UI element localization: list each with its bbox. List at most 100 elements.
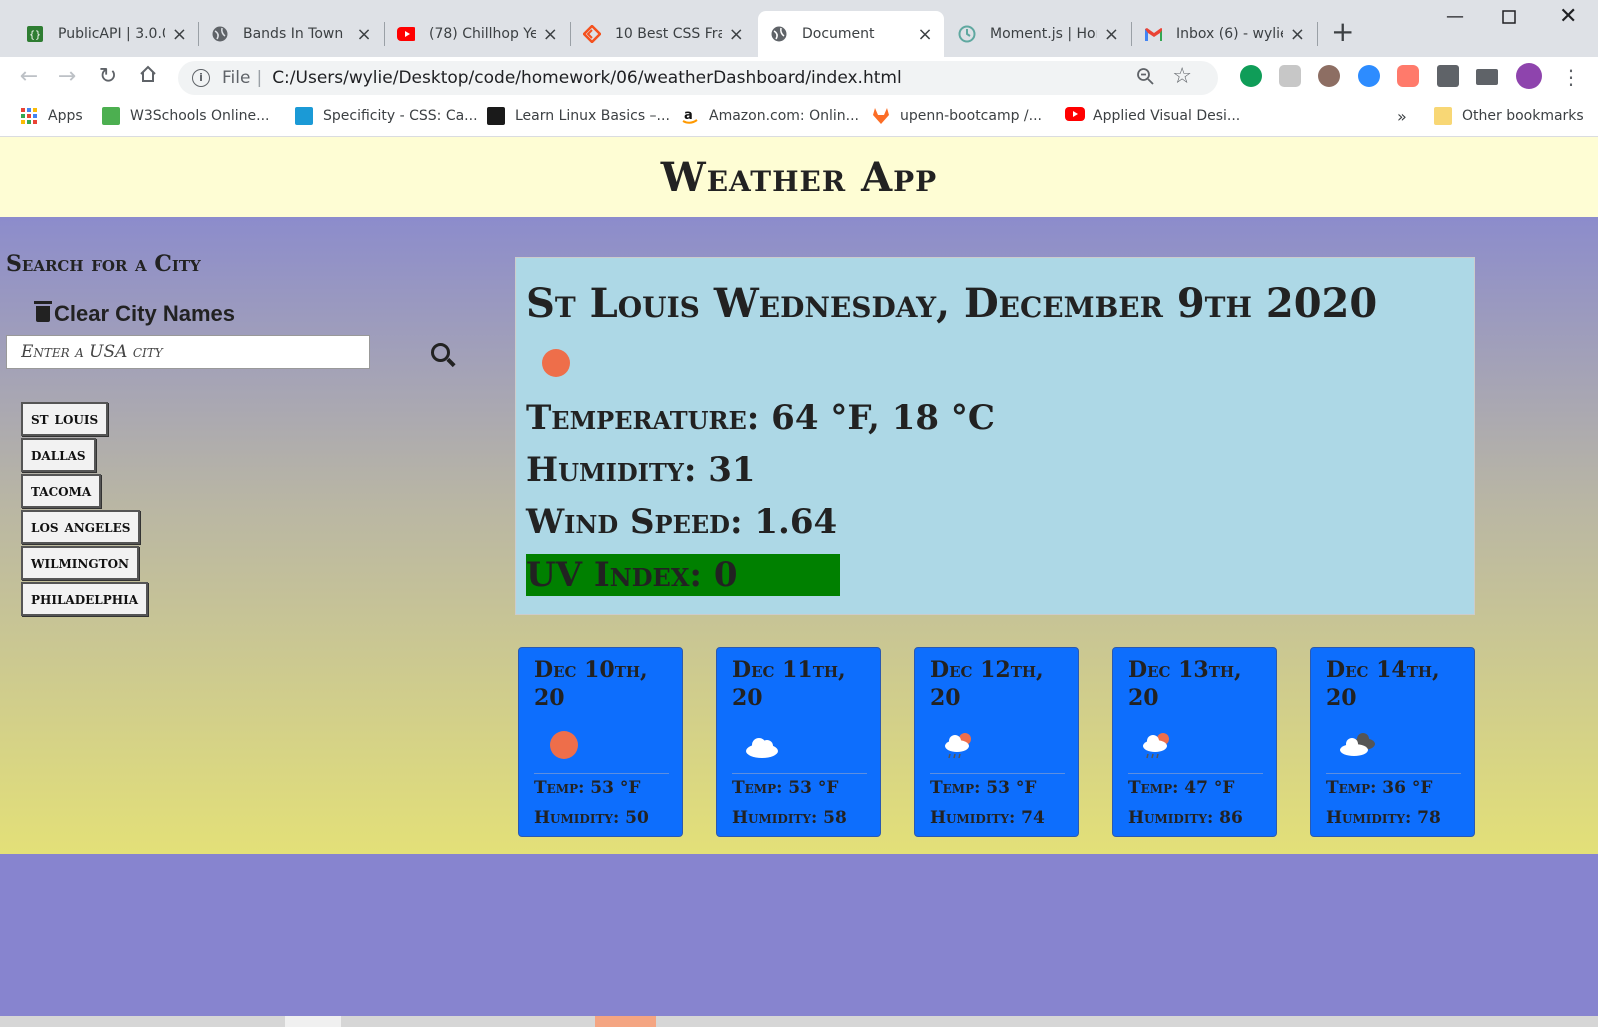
mdn-icon <box>295 107 313 125</box>
forecast-date: Dec 11th, 20 <box>732 657 846 711</box>
more-menu-icon[interactable]: ⋮ <box>1558 64 1584 90</box>
tab-css-frameworks[interactable]: 10 Best CSS Fra × <box>571 11 755 57</box>
forecast-humidity: Humidity: 86 <box>1128 808 1243 828</box>
tab-divider <box>1317 22 1318 46</box>
w3schools-icon <box>102 107 120 125</box>
bookmark-other[interactable]: Other bookmarks <box>1434 107 1584 125</box>
sun-icon <box>547 730 581 760</box>
bookmark-w3schools[interactable]: W3Schools Online... <box>102 107 269 125</box>
tab-document[interactable]: Document × <box>758 11 944 57</box>
city-button-philadelphia[interactable]: philadelphia <box>21 582 148 616</box>
tab-title: PublicAPI | 3.0.0 <box>58 26 165 42</box>
new-tab-button[interactable]: + <box>1331 16 1354 48</box>
svg-text:{}: {} <box>29 30 41 41</box>
extension-k-icon[interactable] <box>1279 65 1301 87</box>
media-queue-icon[interactable] <box>1476 69 1498 85</box>
city-button-st-louis[interactable]: st louis <box>21 402 109 436</box>
freecodecamp-icon <box>487 107 505 125</box>
forecast-date: Dec 10th, 20 <box>534 657 648 711</box>
bookmark-label: Specificity - CSS: Ca... <box>323 108 478 124</box>
tab-momentjs[interactable]: Moment.js | Hor × <box>946 11 1130 57</box>
close-icon[interactable]: × <box>171 24 188 45</box>
forecast-date: Dec 12th, 20 <box>930 657 1044 711</box>
close-icon[interactable]: × <box>728 24 745 45</box>
address-divider: | <box>256 68 263 88</box>
bookmark-label: Applied Visual Desi... <box>1093 108 1241 124</box>
profile-avatar[interactable] <box>1516 63 1542 89</box>
rain-sun-icon <box>1141 730 1175 760</box>
search-button[interactable] <box>424 335 456 369</box>
tab-strip: {} PublicAPI | 3.0.0 × Bands In Town × (… <box>0 0 1598 57</box>
bookmark-label: upenn-bootcamp /... <box>900 108 1042 124</box>
info-icon[interactable]: i <box>192 69 210 87</box>
code-icon <box>583 25 601 43</box>
close-icon[interactable]: × <box>1289 24 1306 45</box>
extension-face-icon[interactable] <box>1318 65 1340 87</box>
forecast-card: Dec 12th, 20 Temp: 53 °F Humidity: 74 <box>914 647 1079 837</box>
tab-title: Bands In Town <box>243 26 344 42</box>
city-button-wilmington[interactable]: wilmington <box>21 546 139 580</box>
back-icon[interactable]: ← <box>16 64 42 90</box>
horizontal-scrollbar[interactable] <box>0 1016 1598 1027</box>
address-bar[interactable]: i File | C:/Users/wylie/Desktop/code/hom… <box>178 61 1218 95</box>
home-icon[interactable] <box>135 64 161 91</box>
clock-icon <box>958 25 976 43</box>
city-button-los-angeles[interactable]: los angeles <box>21 510 141 544</box>
bookmarks-bar: Apps W3Schools Online... Specificity - C… <box>0 98 1598 137</box>
city-search-input[interactable] <box>6 335 370 369</box>
forecast-temp: Temp: 47 °F <box>1128 778 1235 798</box>
reload-icon[interactable]: ↻ <box>95 64 121 90</box>
tab-title: Moment.js | Hor <box>990 26 1097 42</box>
tab-gmail[interactable]: Inbox (6) - wylie × <box>1132 11 1316 57</box>
scrollbar-thumb[interactable] <box>595 1016 656 1027</box>
city-button-tacoma[interactable]: tacoma <box>21 474 102 508</box>
gitlab-icon <box>872 107 890 125</box>
close-icon[interactable]: × <box>1103 24 1120 45</box>
puzzle-extensions-icon[interactable] <box>1437 65 1459 87</box>
forecast-card: Dec 10th, 20 Temp: 53 °F Humidity: 50 <box>518 647 683 837</box>
tab-chillhop[interactable]: (78) Chillhop Ye × <box>385 11 569 57</box>
clear-cities-button[interactable]: Clear City Names <box>34 301 235 327</box>
forecast-divider <box>732 773 867 774</box>
forecast-divider <box>534 773 669 774</box>
window-close-icon[interactable]: ✕ <box>1559 4 1577 29</box>
folder-icon <box>1434 107 1452 125</box>
close-icon[interactable]: × <box>916 24 934 45</box>
minimize-icon[interactable]: — <box>1446 6 1464 27</box>
forecast-card: Dec 13th, 20 Temp: 47 °F Humidity: 86 <box>1112 647 1277 837</box>
forecast-temp: Temp: 36 °F <box>1326 778 1433 798</box>
youtube-icon <box>1065 107 1085 125</box>
tab-publicapi[interactable]: {} PublicAPI | 3.0.0 × <box>14 11 198 57</box>
grammarly-extension-icon[interactable] <box>1240 65 1262 87</box>
svg-text:a: a <box>684 108 693 123</box>
bookmark-gitlab[interactable]: upenn-bootcamp /... <box>872 107 1042 125</box>
extension-arrow-icon[interactable] <box>1397 65 1419 87</box>
forecast-humidity: Humidity: 78 <box>1326 808 1441 828</box>
forward-icon[interactable]: → <box>54 64 80 90</box>
close-icon[interactable]: × <box>355 24 373 45</box>
bookmark-applied-visual-design[interactable]: Applied Visual Desi... <box>1065 107 1240 125</box>
forecast-date: Dec 14th, 20 <box>1326 657 1440 711</box>
bookmark-apps[interactable]: Apps <box>20 107 83 125</box>
bookmark-amazon[interactable]: a Amazon.com: Onlin... <box>681 107 859 125</box>
youtube-icon <box>397 25 415 43</box>
close-icon[interactable]: × <box>542 24 560 45</box>
amazon-icon: a <box>681 107 699 125</box>
bookmark-linux[interactable]: Learn Linux Basics –... <box>487 107 670 125</box>
address-url[interactable]: C:/Users/wylie/Desktop/code/homework/06/… <box>272 68 902 88</box>
zoom-extension-icon[interactable] <box>1358 65 1380 87</box>
zoom-icon[interactable] <box>1136 67 1154 90</box>
bookmark-specificity[interactable]: Specificity - CSS: Ca... <box>295 107 478 125</box>
bookmark-label: Apps <box>48 108 83 124</box>
current-temperature: Temperature: 64 °F, 18 °C <box>526 398 995 438</box>
bookmarks-overflow-button[interactable]: » <box>1397 107 1407 126</box>
bookmark-star-icon[interactable]: ☆ <box>1172 64 1192 89</box>
rain-sun-icon <box>943 730 977 760</box>
maximize-icon[interactable] <box>1502 8 1516 29</box>
tab-bands-in-town[interactable]: Bands In Town × <box>199 11 383 57</box>
forecast-temp: Temp: 53 °F <box>732 778 839 798</box>
globe-icon <box>770 25 788 43</box>
forecast-card: Dec 11th, 20 Temp: 53 °F Humidity: 58 <box>716 647 881 837</box>
city-button-dallas[interactable]: dallas <box>21 438 96 472</box>
scrollbar-segment <box>285 1016 341 1027</box>
